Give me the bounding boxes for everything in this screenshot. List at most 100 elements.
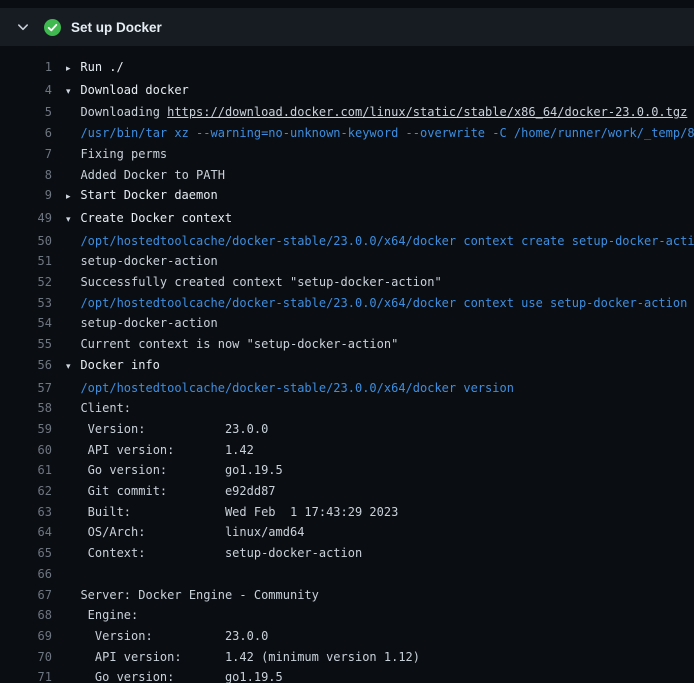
triangle-right-icon[interactable]: ▸ xyxy=(66,59,73,80)
log-row: 71 Go version: go1.19.5 xyxy=(0,667,694,683)
log-row: 54 setup-docker-action xyxy=(0,313,694,334)
log-row: 68 Engine: xyxy=(0,605,694,626)
actions-log-viewer: Set up Docker 1 ▸ Run ./ 4 ▾ Download docke… xyxy=(0,0,694,683)
line-number[interactable]: 7 xyxy=(0,144,52,165)
log-row: 51 setup-docker-action xyxy=(0,251,694,272)
line-text: /usr/bin/tar xz --warning=no-unknown-key… xyxy=(66,123,694,144)
line-number[interactable]: 55 xyxy=(0,334,52,355)
log-row[interactable]: 49 ▾ Create Docker context xyxy=(0,208,694,231)
log-row: 64 OS/Arch: linux/amd64 xyxy=(0,522,694,543)
line-number[interactable]: 65 xyxy=(0,543,52,564)
line-number[interactable]: 50 xyxy=(0,231,52,252)
step-header[interactable]: Set up Docker xyxy=(0,8,694,46)
check-circle-icon xyxy=(44,19,61,36)
log-row: 69 Version: 23.0.0 xyxy=(0,626,694,647)
line-text: ▸ Start Docker daemon xyxy=(66,185,694,208)
log-row: 7 Fixing perms xyxy=(0,144,694,165)
line-text: Engine: xyxy=(66,605,694,626)
log-row: 63 Built: Wed Feb 1 17:43:29 2023 xyxy=(0,502,694,523)
line-text: /opt/hostedtoolcache/docker-stable/23.0.… xyxy=(66,293,694,314)
triangle-down-icon[interactable]: ▾ xyxy=(66,210,73,231)
line-number[interactable]: 60 xyxy=(0,440,52,461)
line-number[interactable]: 70 xyxy=(0,647,52,668)
line-number[interactable]: 69 xyxy=(0,626,52,647)
line-text: /opt/hostedtoolcache/docker-stable/23.0.… xyxy=(66,231,694,252)
line-number[interactable]: 52 xyxy=(0,272,52,293)
log-row: 53 /opt/hostedtoolcache/docker-stable/23… xyxy=(0,293,694,314)
line-number[interactable]: 49 xyxy=(0,208,52,231)
log-row: 50 /opt/hostedtoolcache/docker-stable/23… xyxy=(0,231,694,252)
line-number[interactable]: 6 xyxy=(0,123,52,144)
line-text: ▸ Run ./ xyxy=(66,57,694,80)
line-number[interactable]: 58 xyxy=(0,398,52,419)
line-text: Context: setup-docker-action xyxy=(66,543,694,564)
log-row[interactable]: 4 ▾ Download docker xyxy=(0,80,694,103)
line-text: Version: 23.0.0 xyxy=(66,419,694,440)
triangle-down-icon[interactable]: ▾ xyxy=(66,357,73,378)
line-text: Client: xyxy=(66,398,694,419)
line-number[interactable]: 59 xyxy=(0,419,52,440)
line-text: ▾ Create Docker context xyxy=(66,208,694,231)
line-number[interactable]: 8 xyxy=(0,165,52,186)
line-number[interactable]: 54 xyxy=(0,313,52,334)
line-text xyxy=(66,564,694,585)
line-number[interactable]: 5 xyxy=(0,102,52,123)
line-number[interactable]: 66 xyxy=(0,564,52,585)
line-number[interactable]: 9 xyxy=(0,185,52,208)
line-number[interactable]: 71 xyxy=(0,667,52,683)
line-number[interactable]: 56 xyxy=(0,355,52,378)
line-number[interactable]: 1 xyxy=(0,57,52,80)
log-lines: 1▸ Run ./4▾ Download docker5 Downloading… xyxy=(0,46,694,683)
log-row: 58 Client: xyxy=(0,398,694,419)
log-row: 67 Server: Docker Engine - Community xyxy=(0,585,694,606)
triangle-down-icon[interactable]: ▾ xyxy=(66,82,73,103)
log-row: 62 Git commit: e92dd87 xyxy=(0,481,694,502)
log-url-link[interactable]: https://download.docker.com/linux/static… xyxy=(167,105,687,119)
line-text: API version: 1.42 xyxy=(66,440,694,461)
line-text: setup-docker-action xyxy=(66,313,694,334)
line-text: /opt/hostedtoolcache/docker-stable/23.0.… xyxy=(66,378,694,399)
line-text: ▾ Docker info xyxy=(66,355,694,378)
log-row: 70 API version: 1.42 (minimum version 1.… xyxy=(0,647,694,668)
log-row: 59 Version: 23.0.0 xyxy=(0,419,694,440)
log-row[interactable]: 9 ▸ Start Docker daemon xyxy=(0,185,694,208)
log-row[interactable]: 56 ▾ Docker info xyxy=(0,355,694,378)
log-row: 57 /opt/hostedtoolcache/docker-stable/23… xyxy=(0,378,694,399)
line-text: Added Docker to PATH xyxy=(66,165,694,186)
line-text: Go version: go1.19.5 xyxy=(66,460,694,481)
line-text: API version: 1.42 (minimum version 1.12) xyxy=(66,647,694,668)
line-number[interactable]: 51 xyxy=(0,251,52,272)
log-row: 8 Added Docker to PATH xyxy=(0,165,694,186)
line-text: Git commit: e92dd87 xyxy=(66,481,694,502)
log-row: 61 Go version: go1.19.5 xyxy=(0,460,694,481)
triangle-right-icon[interactable]: ▸ xyxy=(66,187,73,208)
line-number[interactable]: 64 xyxy=(0,522,52,543)
line-text: Server: Docker Engine - Community xyxy=(66,585,694,606)
line-text: OS/Arch: linux/amd64 xyxy=(66,522,694,543)
line-number[interactable]: 67 xyxy=(0,585,52,606)
line-number[interactable]: 63 xyxy=(0,502,52,523)
line-text: Built: Wed Feb 1 17:43:29 2023 xyxy=(66,502,694,523)
log-row: 6 /usr/bin/tar xz --warning=no-unknown-k… xyxy=(0,123,694,144)
log-row: 66 xyxy=(0,564,694,585)
chevron-down-icon[interactable] xyxy=(16,20,30,34)
line-text: Fixing perms xyxy=(66,144,694,165)
line-text: Version: 23.0.0 xyxy=(66,626,694,647)
line-number[interactable]: 62 xyxy=(0,481,52,502)
step-title: Set up Docker xyxy=(71,20,162,35)
line-text: Successfully created context "setup-dock… xyxy=(66,272,694,293)
line-number[interactable]: 68 xyxy=(0,605,52,626)
line-number[interactable]: 61 xyxy=(0,460,52,481)
line-number[interactable]: 57 xyxy=(0,378,52,399)
line-text: ▾ Download docker xyxy=(66,80,694,103)
line-number[interactable]: 4 xyxy=(0,80,52,103)
log-row: 52 Successfully created context "setup-d… xyxy=(0,272,694,293)
log-row[interactable]: 1 ▸ Run ./ xyxy=(0,57,694,80)
line-text: Go version: go1.19.5 xyxy=(66,667,694,683)
log-row: 5 Downloading https://download.docker.co… xyxy=(0,102,694,123)
line-number[interactable]: 53 xyxy=(0,293,52,314)
log-row: 60 API version: 1.42 xyxy=(0,440,694,461)
line-text: Current context is now "setup-docker-act… xyxy=(66,334,694,355)
line-text: setup-docker-action xyxy=(66,251,694,272)
line-text: Downloading https://download.docker.com/… xyxy=(66,102,694,123)
